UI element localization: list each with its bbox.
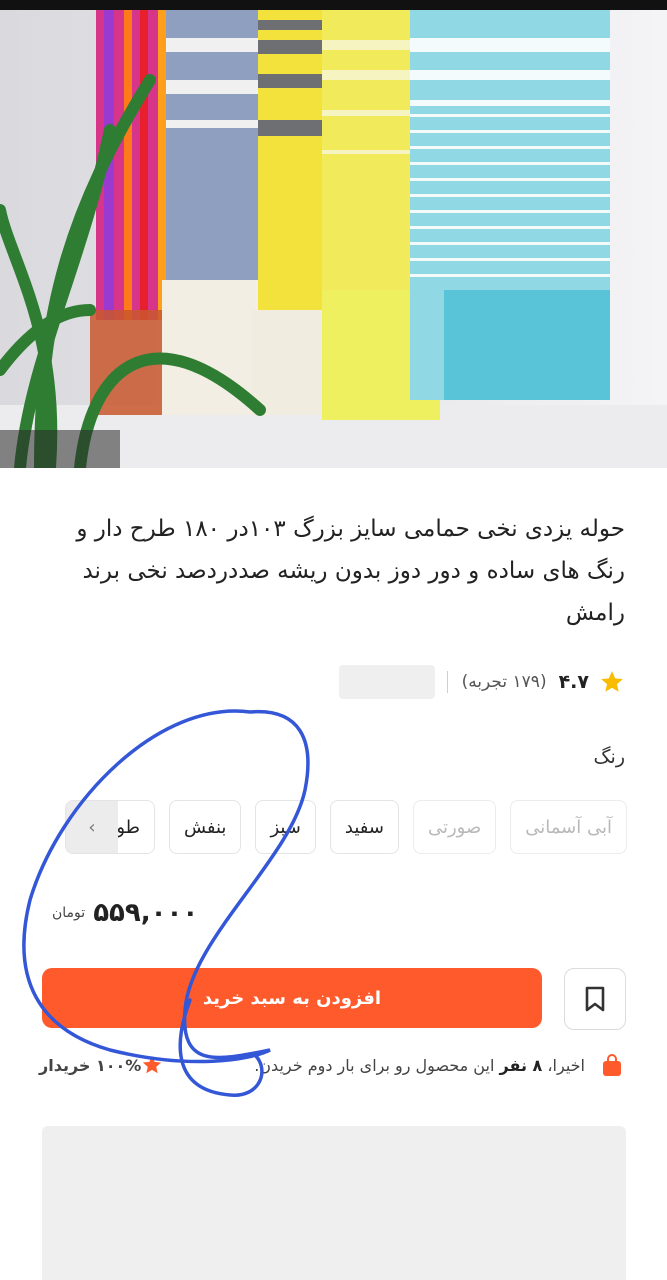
color-label: رنگ (593, 746, 625, 768)
product-title: حوله یزدی نخی حمامی سایز بزرگ ۱۰۳در ۱۸۰ … (76, 516, 625, 626)
color-chip-green[interactable]: سبز (255, 800, 316, 854)
loading-placeholder (338, 665, 435, 699)
shopping-bag-icon (603, 1054, 621, 1076)
status-bar (0, 0, 667, 10)
star-icon (601, 671, 623, 692)
color-chip-purple[interactable]: بنفش (168, 800, 242, 854)
recent-suffix: این محصول رو برای بار دوم خریدن. (254, 1055, 495, 1075)
color-chip-sky-blue[interactable]: آبی آسمانی (510, 800, 627, 854)
bookmark-icon (585, 986, 605, 1012)
divider (446, 671, 448, 693)
rating-row[interactable]: ۴.۷ (۱۷۹ تجربه) (338, 664, 625, 700)
chevron-left-icon[interactable]: ‹ (65, 801, 118, 853)
product-image[interactable] (0, 10, 667, 468)
color-chip-partial[interactable]: طو ‹ (64, 800, 155, 854)
price: تومان ۵۵۹,۰۰۰ (52, 898, 198, 928)
loading-card (42, 1126, 626, 1280)
color-chip-pink[interactable]: صورتی (412, 800, 497, 854)
purchase-info: اخیرا، ۸ نفر این محصول رو برای بار دوم خ… (39, 1048, 623, 1082)
satisfaction-star-icon (143, 1055, 162, 1074)
color-options: آبی آسمانی صورتی سفید سبز بنفش طو ‹ (64, 800, 627, 854)
price-value: ۵۵۹,۰۰۰ (93, 898, 199, 928)
rating-value: ۴.۷ (558, 671, 589, 693)
color-chip-partial-label: طو (116, 816, 140, 838)
color-chip-white[interactable]: سفید (329, 800, 399, 854)
recent-count: ۸ نفر (499, 1055, 543, 1075)
currency-label: تومان (52, 904, 86, 921)
bookmark-button[interactable] (564, 968, 626, 1030)
satisfaction-text: ۱۰۰% خریدار (39, 1055, 142, 1075)
towels-photo (0, 10, 667, 468)
review-count[interactable]: (۱۷۹ تجربه) (462, 672, 547, 692)
recent-buyers-text: اخیرا، ۸ نفر این محصول رو برای بار دوم خ… (254, 1056, 585, 1075)
add-to-cart-button[interactable]: افزودن به سبد خرید (42, 968, 542, 1028)
recent-prefix: اخیرا، (547, 1055, 585, 1075)
